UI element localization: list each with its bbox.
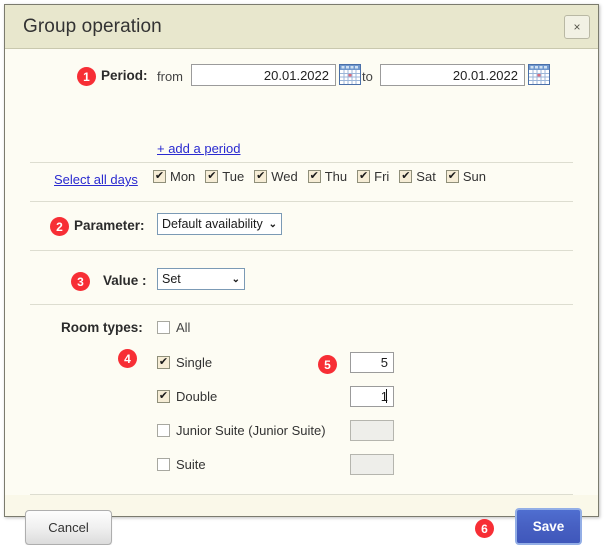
days-checkbox-group: ✔ Mon ✔ Tue ✔ Wed ✔ Thu ✔ Fri ✔ Sat ✔ Su… <box>153 169 486 184</box>
checkbox-icon-single[interactable]: ✔ <box>157 356 170 369</box>
room-type-qty-suite <box>350 454 394 475</box>
dialog-footer: Cancel 6 Save <box>5 495 598 545</box>
value-label: Value : <box>103 273 147 288</box>
day-checkbox-thu[interactable]: ✔ Thu <box>307 169 348 184</box>
checkbox-icon-mon[interactable]: ✔ <box>153 170 166 183</box>
dialog-titlebar: Group operation × <box>5 5 598 49</box>
checkbox-icon-tue[interactable]: ✔ <box>205 170 219 183</box>
room-type-label-double: Double <box>176 389 218 404</box>
day-label-sun: Sun <box>462 169 486 184</box>
room-type-checkbox-double[interactable]: ✔ Double <box>157 389 217 404</box>
room-type-label-single: Single <box>176 355 213 370</box>
select-all-days-link[interactable]: Select all days <box>54 172 138 187</box>
room-type-qty-double[interactable] <box>350 386 394 407</box>
period-label: Period: <box>101 68 148 83</box>
close-icon-glyph: × <box>573 19 581 34</box>
parameter-row: 2 Parameter: Default availability ⌄ <box>5 209 598 239</box>
day-label-thu: Thu <box>324 169 348 184</box>
divider-3 <box>30 250 573 251</box>
period-to-label: to <box>362 69 373 84</box>
value-select-value: Set <box>162 272 181 286</box>
parameter-select[interactable]: Default availability ⌄ <box>157 213 282 235</box>
checkbox-icon-thu[interactable]: ✔ <box>307 170 321 183</box>
day-checkbox-tue[interactable]: ✔ Tue <box>205 169 244 184</box>
checkbox-icon-sun[interactable]: ✔ <box>445 170 459 183</box>
checkbox-icon-all[interactable] <box>157 321 170 334</box>
period-row: 1 Period: from 20.01.2022 to 20.01.2022 <box>5 59 598 93</box>
day-checkbox-mon[interactable]: ✔ Mon <box>153 169 195 184</box>
room-type-checkbox-all[interactable]: All <box>157 320 190 335</box>
days-row: Select all days ✔ Mon ✔ Tue ✔ Wed ✔ Thu <box>5 169 598 193</box>
value-select[interactable]: Set ⌄ <box>157 268 245 290</box>
step-badge-3: 3 <box>71 272 90 291</box>
step-badge-1: 1 <box>77 67 96 86</box>
parameter-label: Parameter: <box>74 218 145 233</box>
room-type-label-suite: Suite <box>176 457 206 472</box>
room-type-checkbox-junior-suite[interactable]: Junior Suite (Junior Suite) <box>157 423 326 438</box>
checkbox-icon-junior-suite[interactable] <box>157 424 170 437</box>
room-type-checkbox-suite[interactable]: Suite <box>157 457 206 472</box>
checkbox-icon-fri[interactable]: ✔ <box>357 170 371 183</box>
room-type-checkbox-single[interactable]: ✔ Single <box>157 355 212 370</box>
chevron-down-icon-parameter: ⌄ <box>268 218 277 230</box>
day-checkbox-sun[interactable]: ✔ Sun <box>445 169 486 184</box>
day-label-sat: Sat <box>416 169 436 184</box>
cancel-button[interactable]: Cancel <box>25 510 112 545</box>
checkbox-icon-sat[interactable]: ✔ <box>399 170 413 183</box>
room-type-label-junior-suite: Junior Suite (Junior Suite) <box>176 423 326 438</box>
day-checkbox-sat[interactable]: ✔ Sat <box>399 169 436 184</box>
dialog-body: 1 Period: from 20.01.2022 to 20.01.2022 … <box>5 49 598 545</box>
checkbox-icon-double[interactable]: ✔ <box>157 390 170 403</box>
day-label-fri: Fri <box>374 169 390 184</box>
calendar-icon-from[interactable] <box>339 64 361 85</box>
add-period-link[interactable]: + add a period <box>157 141 240 156</box>
text-cursor <box>386 389 387 403</box>
day-checkbox-wed[interactable]: ✔ Wed <box>254 169 298 184</box>
group-operation-dialog: Group operation × 1 Period: from 20.01.2… <box>4 4 599 545</box>
divider-1 <box>30 162 573 163</box>
room-type-qty-single[interactable] <box>350 352 394 373</box>
dialog-title: Group operation <box>23 15 162 37</box>
value-row: 3 Value : Set ⌄ <box>5 264 598 294</box>
step-badge-2: 2 <box>50 217 69 236</box>
day-label-tue: Tue <box>222 169 245 184</box>
checkbox-icon-suite[interactable] <box>157 458 170 471</box>
day-checkbox-fri[interactable]: ✔ Fri <box>357 169 389 184</box>
step-badge-6: 6 <box>475 519 494 538</box>
day-label-mon: Mon <box>170 169 196 184</box>
period-from-input[interactable] <box>191 64 336 86</box>
save-button[interactable]: Save <box>515 508 582 545</box>
day-label-wed: Wed <box>271 169 298 184</box>
step-badge-5: 5 <box>318 355 337 374</box>
close-icon[interactable]: × <box>564 14 590 39</box>
period-to-input[interactable] <box>380 64 525 86</box>
add-period-row: + add a period <box>5 141 598 159</box>
checkbox-icon-wed[interactable]: ✔ <box>254 170 268 183</box>
divider-4 <box>30 304 573 305</box>
step-badge-4: 4 <box>118 349 137 368</box>
room-type-label-all: All <box>176 320 191 335</box>
calendar-icon-to[interactable] <box>528 64 550 85</box>
divider-2 <box>30 201 573 202</box>
room-types-label: Room types: <box>61 320 143 335</box>
parameter-select-value: Default availability <box>162 217 263 231</box>
chevron-down-icon-value: ⌄ <box>231 273 240 285</box>
room-type-qty-junior-suite <box>350 420 394 441</box>
period-from-label: from <box>157 69 183 84</box>
